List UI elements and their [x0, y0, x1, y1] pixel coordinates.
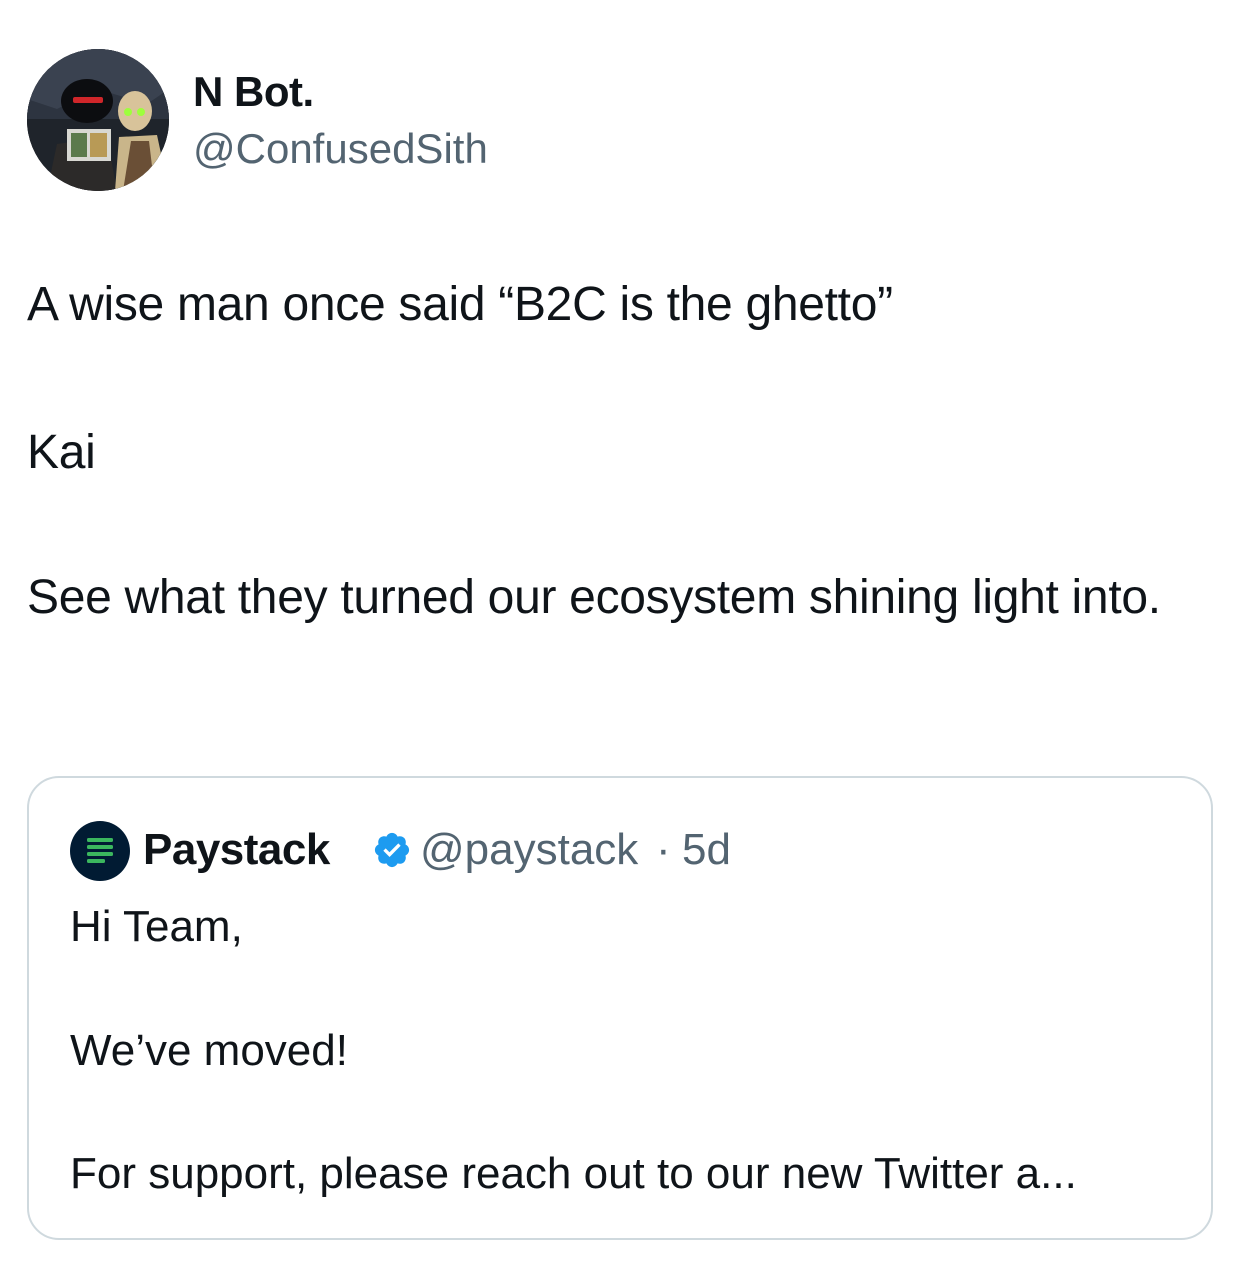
quoted-timestamp[interactable]: 5d	[682, 824, 731, 876]
quoted-text-line: For support, please reach out to our new…	[70, 1149, 1077, 1198]
paystack-logo-icon[interactable]	[70, 821, 130, 881]
quoted-tweet-card[interactable]: Paystack @paystack · 5d Hi Team, We’ve m…	[27, 776, 1213, 1240]
tweet-text-line: See what they turned our ecosystem shini…	[27, 571, 1161, 624]
quoted-handle[interactable]: @paystack	[420, 824, 638, 876]
avatar-image	[27, 49, 169, 191]
quoted-text-line: We’ve moved!	[70, 1026, 348, 1075]
dot-separator: ·	[656, 825, 671, 874]
tweet-text-line: Kai	[27, 426, 96, 479]
quoted-display-name[interactable]: Paystack	[143, 824, 330, 876]
author-handle[interactable]: @ConfusedSith	[193, 125, 488, 173]
quoted-text-line: Hi Team,	[70, 902, 243, 951]
verified-badge-icon	[372, 830, 412, 870]
tweet-text-line: A wise man once said “B2C is the ghetto”	[27, 278, 893, 331]
author-avatar[interactable]	[27, 49, 169, 191]
author-display-name[interactable]: N Bot.	[193, 68, 314, 116]
